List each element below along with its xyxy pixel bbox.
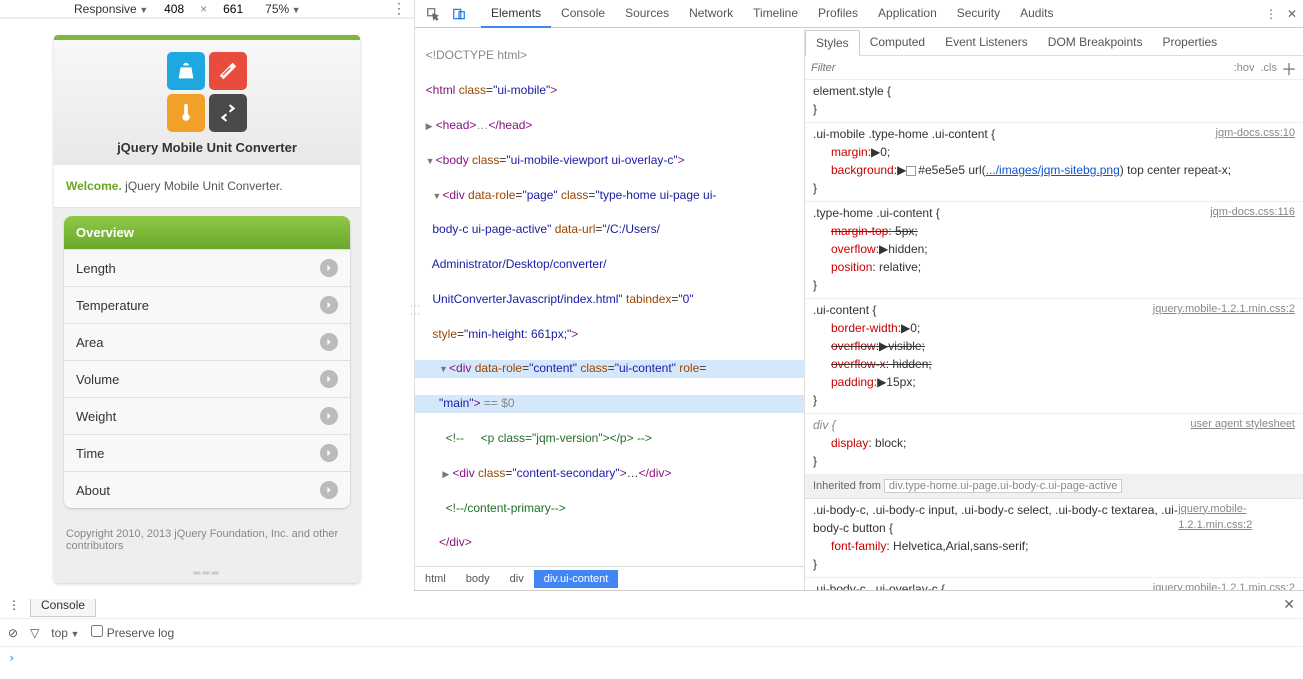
hov-toggle[interactable]: :hov [1234,62,1255,74]
nav-item-time[interactable]: Time [64,435,350,472]
crumb-div[interactable]: div [500,570,534,588]
new-rule-icon[interactable]: ＋ [1281,56,1297,80]
nav-item-overview[interactable]: Overview [64,216,350,250]
chevron-right-icon [320,444,338,462]
cls-toggle[interactable]: .cls [1260,62,1277,74]
thermometer-icon [167,94,205,132]
console-kebab-icon[interactable]: ⋮ [8,598,20,612]
device-toolbar: Responsive × 75% ⋮ [0,0,414,17]
console-close-icon[interactable]: ✕ [1283,596,1295,613]
chevron-right-icon [320,296,338,314]
console-toolbar: ⊘ ▽ top Preserve log [0,618,1303,646]
dimension-separator: × [200,2,207,16]
chevron-right-icon [320,407,338,425]
devtools-panel: ElementsConsoleSourcesNetworkTimelinePro… [415,0,1303,590]
app-header: jQuery Mobile Unit Converter [54,40,360,165]
ruler-icon [209,52,247,90]
inspect-icon[interactable] [421,2,445,26]
console-input[interactable]: › [0,646,1303,679]
styles-tab-event-listeners[interactable]: Event Listeners [935,30,1038,54]
tab-elements[interactable]: Elements [481,0,551,28]
styles-tab-dom-breakpoints[interactable]: DOM Breakpoints [1038,30,1153,54]
zoom-select[interactable]: 75% [265,2,300,16]
devtools-kebab-icon[interactable]: ⋮ [1265,7,1277,21]
crumb-html[interactable]: html [415,570,456,588]
crumb-div-ui-content[interactable]: div.ui-content [534,570,619,588]
styles-filter-input[interactable] [811,62,1228,74]
nav-item-length[interactable]: Length [64,250,350,287]
devtools-tabs: ElementsConsoleSourcesNetworkTimelinePro… [481,0,1063,28]
device-toggle-icon[interactable] [447,2,471,26]
device-kebab-icon[interactable]: ⋮ [392,0,406,17]
weight-icon [167,52,205,90]
viewport-width-input[interactable] [154,2,194,16]
styles-tab-properties[interactable]: Properties [1152,30,1227,54]
styles-tabs: StylesComputedEvent ListenersDOM Breakpo… [805,28,1303,56]
tab-timeline[interactable]: Timeline [743,0,808,28]
devtools-toolbar: ElementsConsoleSourcesNetworkTimelinePro… [415,0,1303,28]
resize-handle-bottom[interactable]: ═══ [54,564,360,583]
device-preview-panel: Responsive × 75% ⋮ jQuery Mobile Unit Co… [0,0,415,590]
clear-console-icon[interactable]: ⊘ [8,626,18,640]
resize-handle-side[interactable]: ⋮⋮ [409,301,420,317]
copyright-text: Copyright 2010, 2013 jQuery Foundation, … [54,522,360,564]
nav-item-volume[interactable]: Volume [64,361,350,398]
tab-profiles[interactable]: Profiles [808,0,868,28]
viewport-height-input[interactable] [213,2,253,16]
nav-item-about[interactable]: About [64,472,350,508]
app-icon-grid [167,52,247,132]
styles-pane: StylesComputedEvent ListenersDOM Breakpo… [805,28,1303,590]
context-select[interactable]: top [51,626,79,640]
chevron-right-icon [320,481,338,499]
nav-list: OverviewLengthTemperatureAreaVolumeWeigh… [64,216,350,508]
breadcrumb: htmlbodydivdiv.ui-content [415,566,804,590]
preserve-log-checkbox[interactable]: Preserve log [91,625,174,640]
chevron-right-icon [320,370,338,388]
app-title: jQuery Mobile Unit Converter [54,140,360,155]
dom-tree[interactable]: <!DOCTYPE html> <html class="ui-mobile">… [415,28,804,566]
tab-network[interactable]: Network [679,0,743,28]
styles-filter-row: :hov .cls ＋ [805,56,1303,80]
crumb-body[interactable]: body [456,570,500,588]
nav-item-weight[interactable]: Weight [64,398,350,435]
filter-icon[interactable]: ▽ [30,626,39,640]
elements-dom-pane: <!DOCTYPE html> <html class="ui-mobile">… [415,28,805,590]
css-rules[interactable]: element.style {}.ui-mobile .type-home .u… [805,80,1303,590]
chevron-right-icon [320,333,338,351]
chevron-right-icon [320,259,338,277]
welcome-text: Welcome. jQuery Mobile Unit Converter. [54,165,360,208]
tab-application[interactable]: Application [868,0,947,28]
tab-sources[interactable]: Sources [615,0,679,28]
styles-tab-styles[interactable]: Styles [805,30,860,56]
nav-item-area[interactable]: Area [64,324,350,361]
nav-item-temperature[interactable]: Temperature [64,287,350,324]
device-mode-select[interactable]: Responsive [74,2,148,16]
styles-tab-computed[interactable]: Computed [860,30,935,54]
swap-icon [209,94,247,132]
devtools-close-icon[interactable]: ✕ [1287,7,1297,21]
device-canvas: jQuery Mobile Unit Converter Welcome. jQ… [0,19,414,599]
tab-audits[interactable]: Audits [1010,0,1063,28]
preview-app: jQuery Mobile Unit Converter Welcome. jQ… [54,35,360,583]
tab-security[interactable]: Security [947,0,1010,28]
tab-console[interactable]: Console [551,0,615,28]
